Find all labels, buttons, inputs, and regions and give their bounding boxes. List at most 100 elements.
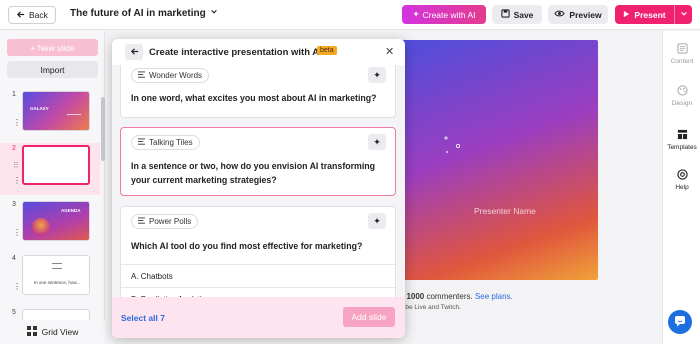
- rail-content-label: Content: [670, 58, 694, 65]
- ai-regenerate-button[interactable]: ✦: [368, 67, 386, 83]
- rail-templates[interactable]: Templates: [663, 129, 700, 151]
- preview-label: Preview: [569, 9, 602, 20]
- more-options-icon[interactable]: ⋮: [13, 119, 21, 127]
- lines-icon: [137, 138, 146, 147]
- thumbnail-graphic: [32, 218, 50, 236]
- chat-icon: [674, 315, 686, 329]
- drag-handle-icon[interactable]: ⠿: [13, 162, 19, 170]
- add-slide-button[interactable]: Add slide: [343, 307, 395, 327]
- save-icon: [500, 9, 510, 20]
- present-label: Present: [634, 9, 666, 20]
- question-type-label: Talking Tiles: [149, 138, 193, 147]
- see-plans-link[interactable]: See plans.: [475, 292, 513, 301]
- lines-icon: [137, 217, 146, 226]
- rail-templates-label: Templates: [667, 144, 697, 151]
- plan-limit-suffix: commenters.: [424, 292, 473, 301]
- slide-thumbnail[interactable]: In one sentence, how...: [22, 255, 90, 295]
- arrow-left-icon: [130, 47, 139, 58]
- back-button[interactable]: Back: [8, 6, 56, 24]
- present-main[interactable]: Present: [615, 10, 674, 20]
- more-options-icon[interactable]: ⋮: [13, 283, 21, 291]
- plan-limit-subtext: Tube Live and Twitch.: [398, 304, 461, 311]
- rail-content[interactable]: Content: [663, 43, 700, 65]
- sparkle-decoration-icon: [444, 136, 460, 153]
- create-with-ai-label: Create with AI: [422, 9, 476, 20]
- rail-help[interactable]: Help: [663, 169, 700, 191]
- question-type-label: Wonder Words: [149, 71, 203, 80]
- beta-badge: beta: [317, 46, 337, 55]
- slide-number: 2: [12, 145, 16, 152]
- present-options-button[interactable]: [674, 5, 692, 24]
- sidebar-scrollbar[interactable]: [101, 97, 105, 161]
- ai-regenerate-button[interactable]: ✦: [368, 134, 386, 150]
- slide-thumbnail[interactable]: GALAXY: [22, 91, 90, 131]
- more-options-icon[interactable]: ⋮: [13, 229, 21, 237]
- slides-sidebar: + New slide Import 1 GALAXY ⋮ 2 ⠿ ⋮ 3 AG…: [0, 31, 105, 344]
- grid-view-button[interactable]: Grid View: [0, 320, 105, 344]
- question-card[interactable]: Talking Tiles ✦ In a sentence or two, ho…: [120, 127, 396, 196]
- slide-canvas[interactable]: [386, 40, 598, 280]
- slide-thumbnail-row[interactable]: 4 In one sentence, how... ⋮: [0, 253, 100, 303]
- slide-number: 3: [12, 201, 16, 208]
- rail-help-label: Help: [675, 184, 689, 191]
- slide-thumbnail-row[interactable]: 3 AGENDA ⋮: [0, 199, 100, 249]
- question-card[interactable]: Power Polls ✦ Which AI tool do you find …: [120, 206, 396, 297]
- help-icon: [676, 169, 688, 182]
- slide-thumbnail-title: In one sentence, how...: [33, 280, 81, 285]
- present-button[interactable]: Present: [615, 5, 692, 24]
- slide-number: 5: [12, 309, 16, 316]
- question-text: Which AI tool do you find most effective…: [131, 241, 363, 251]
- palette-icon: [676, 85, 688, 98]
- presenter-name-text[interactable]: Presenter Name: [474, 206, 536, 216]
- grid-view-label: Grid View: [41, 327, 79, 337]
- plan-limit-notice: st 1000 commenters. See plans.: [398, 292, 513, 301]
- chat-button[interactable]: [668, 310, 692, 334]
- poll-option: A. Chatbots: [121, 264, 395, 287]
- more-options-icon[interactable]: ⋮: [13, 177, 21, 185]
- slide-number: 4: [12, 255, 16, 262]
- arrow-left-icon: [16, 10, 25, 21]
- slide-thumbnail-row[interactable]: 2 ⠿ ⋮: [0, 143, 100, 195]
- poll-icon: [52, 263, 62, 269]
- thumbnail-line: [67, 114, 81, 115]
- chevron-down-icon: [210, 8, 218, 19]
- slide-thumbnail[interactable]: [22, 145, 90, 185]
- save-button[interactable]: Save: [492, 5, 542, 24]
- rail-design-label: Design: [671, 100, 693, 107]
- modal-footer: Select all 7 Add slide: [112, 297, 405, 338]
- plan-limit-count: 1000: [406, 292, 425, 301]
- new-slide-button[interactable]: + New slide: [7, 39, 98, 56]
- eye-icon: [554, 9, 565, 20]
- question-type-tag: Talking Tiles: [131, 135, 200, 150]
- create-with-ai-button[interactable]: ✦ Create with AI: [402, 5, 486, 24]
- document-title[interactable]: The future of AI in marketing: [70, 8, 218, 19]
- slide-thumbnail[interactable]: AGENDA: [22, 201, 90, 241]
- templates-icon: [677, 129, 688, 142]
- select-all-link[interactable]: Select all 7: [121, 313, 165, 323]
- poll-option: B. Predictive Analytics: [121, 287, 395, 297]
- close-icon[interactable]: ✕: [385, 45, 394, 58]
- slide-thumbnail-row[interactable]: 1 GALAXY ⋮: [0, 89, 100, 139]
- play-icon: [623, 10, 630, 20]
- rail-design[interactable]: Design: [663, 85, 700, 107]
- import-button[interactable]: Import: [7, 61, 98, 78]
- question-type-tag: Wonder Words: [131, 68, 210, 83]
- sparkle-icon: ✦: [373, 136, 381, 147]
- question-type-tag: Power Polls: [131, 214, 199, 229]
- question-list[interactable]: Wonder Words ✦ In one word, what excites…: [112, 65, 405, 297]
- slide-thumbnail-title: GALAXY: [30, 106, 49, 111]
- ai-regenerate-button[interactable]: ✦: [368, 213, 386, 229]
- question-type-label: Power Polls: [149, 217, 192, 226]
- question-card[interactable]: Wonder Words ✦ In one word, what excites…: [120, 65, 396, 118]
- modal-back-button[interactable]: [125, 44, 143, 60]
- document-title-text: The future of AI in marketing: [70, 8, 206, 19]
- back-label: Back: [29, 10, 48, 20]
- slide-thumbnail-row[interactable]: 5: [0, 307, 100, 321]
- slide-thumbnail-title: AGENDA: [61, 208, 81, 213]
- modal-header: Create interactive presentation with AI …: [112, 39, 405, 65]
- content-icon: [676, 43, 688, 56]
- preview-button[interactable]: Preview: [548, 5, 608, 24]
- question-text: In one word, what excites you most about…: [131, 93, 377, 103]
- ai-presentation-modal: Create interactive presentation with AI …: [112, 39, 405, 338]
- sparkle-icon: ✦: [373, 69, 381, 80]
